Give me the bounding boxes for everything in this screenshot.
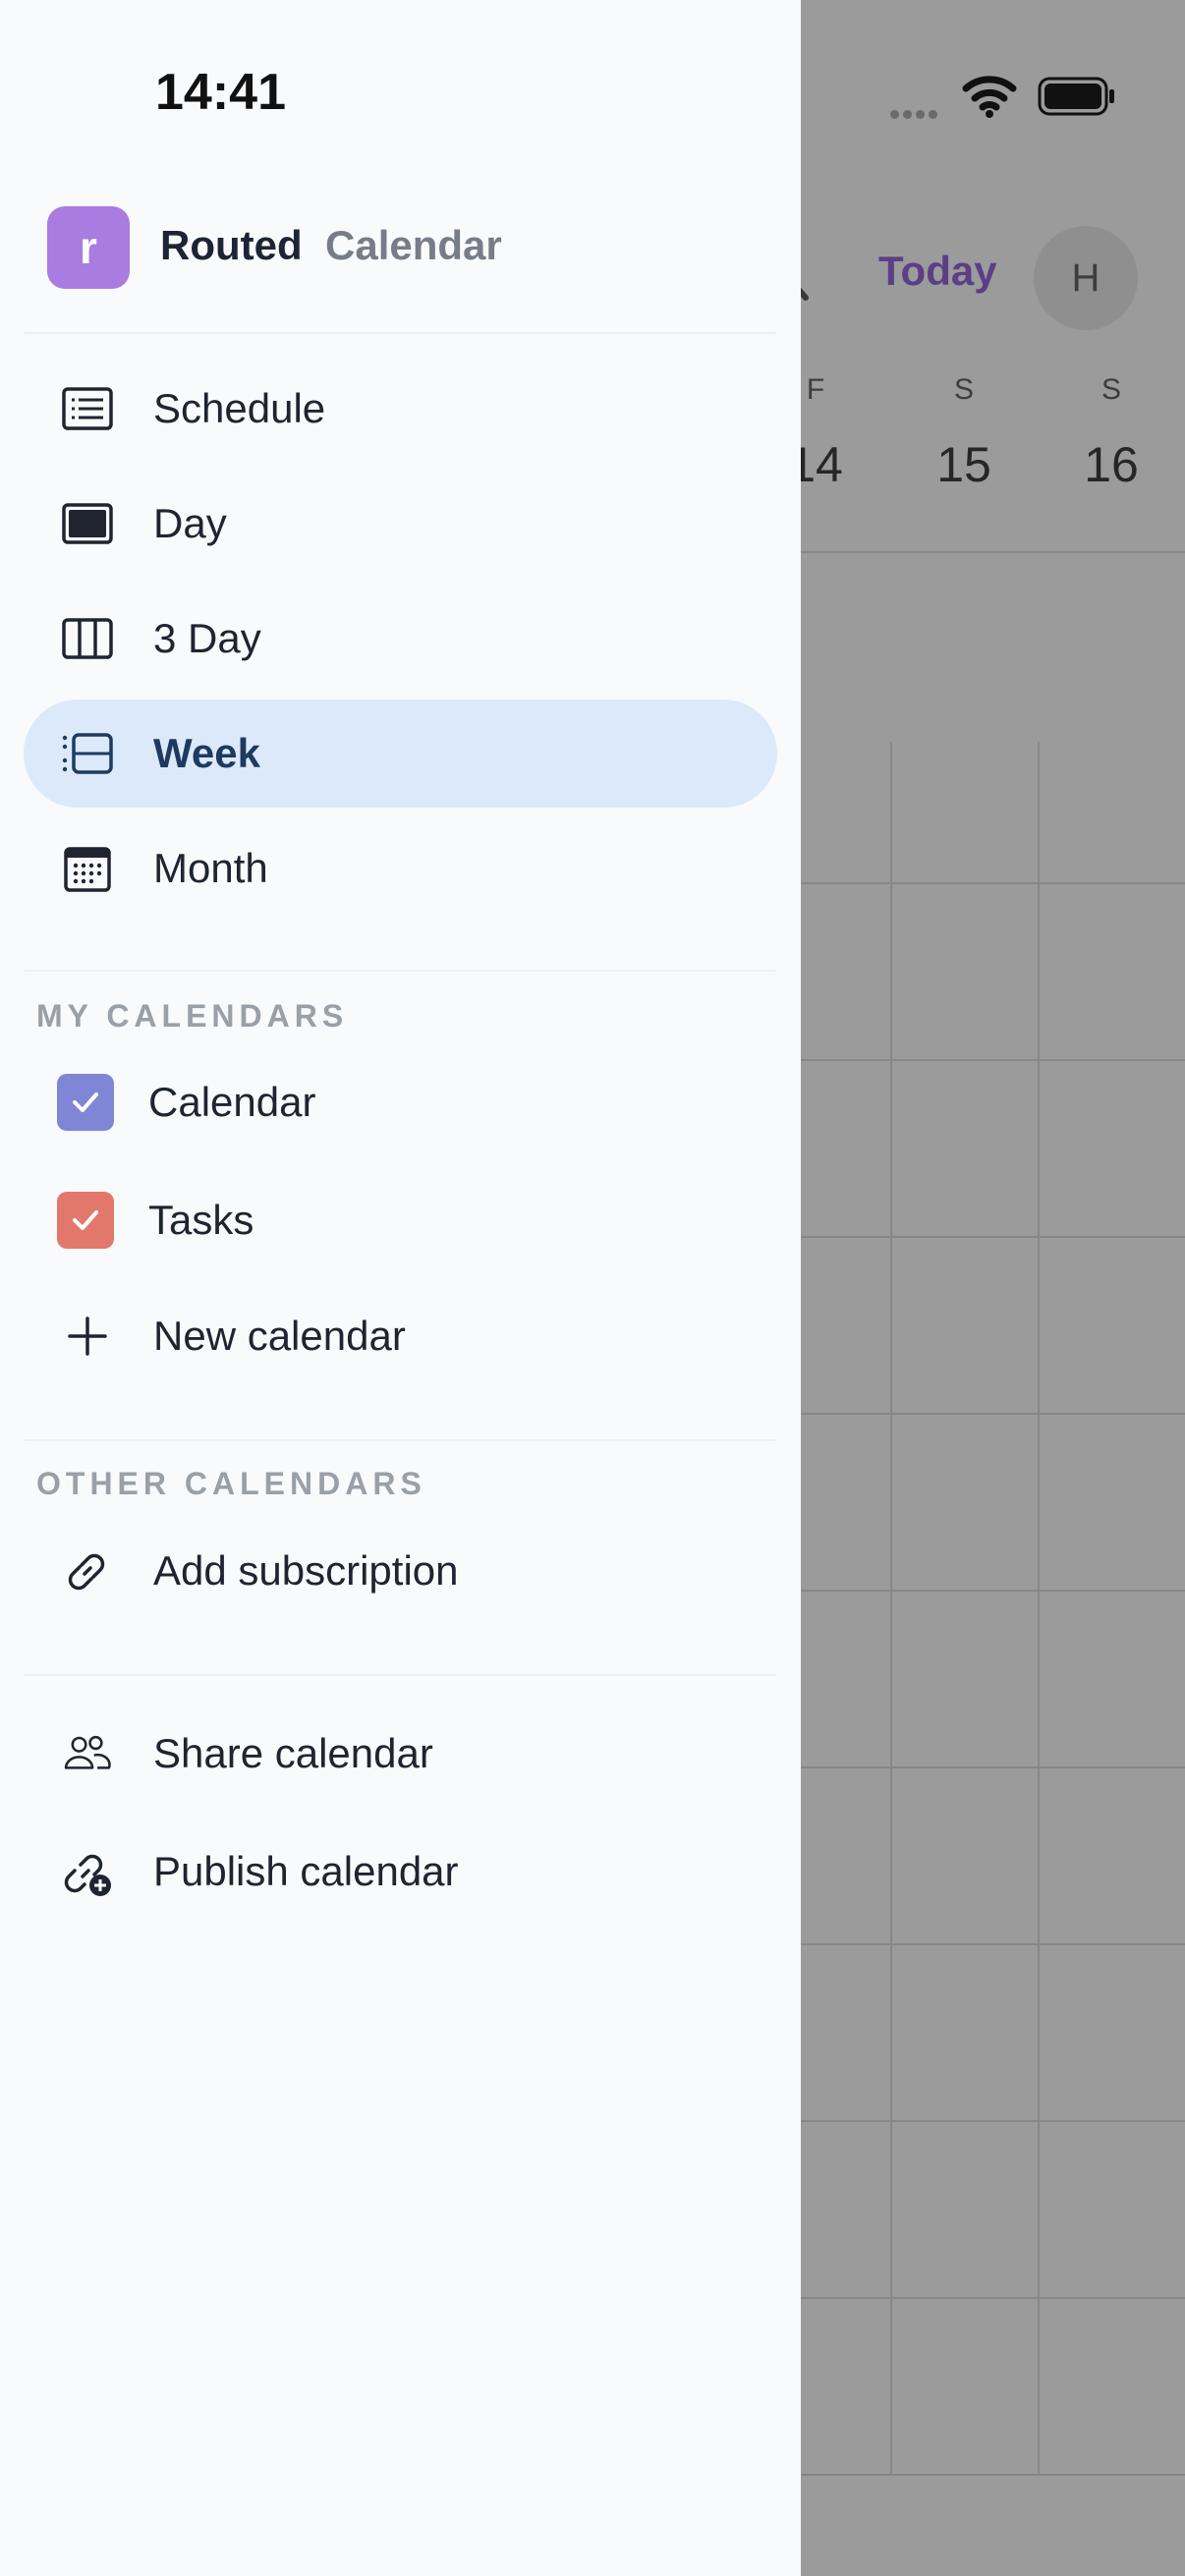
grid-column-line (1038, 742, 1040, 2474)
add-subscription-button[interactable]: Add subscription (24, 1522, 777, 1620)
nav-item-label: Month (153, 845, 268, 891)
grid-row-line (801, 1236, 1185, 1238)
grid-row-line (801, 2474, 1185, 2476)
grid-column-line (890, 742, 892, 2474)
grid-row-line (801, 882, 1185, 884)
grid-row-line (801, 1590, 1185, 1592)
grid-row-line (801, 1943, 1185, 1945)
avatar[interactable]: H (1034, 226, 1138, 330)
grid-row-line (801, 2120, 1185, 2122)
month-icon (64, 847, 111, 892)
status-indicators (890, 69, 1185, 128)
divider (24, 970, 776, 972)
nav-item-day[interactable]: Day (24, 470, 777, 578)
link-icon (68, 1553, 105, 1591)
grid-row-line (801, 1059, 1185, 1061)
navigation-drawer: 14:41 r Routed Calendar Schedule Day 3 D… (0, 0, 801, 2576)
new-calendar-label: New calendar (153, 1313, 406, 1359)
share-calendar-label: Share calendar (153, 1730, 433, 1776)
calendar-toggle-calendar[interactable]: Calendar (24, 1053, 777, 1151)
day-number: 15 (936, 437, 991, 492)
app-logo: r (47, 206, 130, 289)
nav-item-label: Day (153, 500, 227, 546)
tasks-checkbox[interactable] (57, 1192, 114, 1249)
grid-row-line (801, 2297, 1185, 2299)
publish-link-icon (64, 1854, 111, 1896)
nav-item-label: Schedule (153, 385, 326, 431)
plus-icon (68, 1316, 107, 1356)
new-calendar-button[interactable]: New calendar (24, 1287, 777, 1385)
share-calendar-button[interactable]: Share calendar (24, 1705, 777, 1803)
divider (24, 1439, 776, 1441)
today-button[interactable]: Today (878, 248, 997, 295)
my-calendars-heading: MY CALENDARS (36, 998, 349, 1034)
three-day-icon (62, 618, 113, 659)
divider (24, 1674, 776, 1676)
checkmark-icon (73, 1092, 98, 1112)
add-subscription-label: Add subscription (153, 1547, 459, 1594)
publish-calendar-label: Publish calendar (153, 1848, 459, 1894)
nav-item-label: 3 Day (153, 615, 261, 661)
calendar-checkbox[interactable] (57, 1074, 114, 1131)
nav-item-week[interactable]: Week (24, 700, 777, 808)
nav-item-schedule[interactable]: Schedule (24, 355, 777, 463)
other-calendars-heading: OTHER CALENDARS (36, 1466, 426, 1501)
schedule-icon (62, 387, 113, 430)
header-divider (801, 551, 1185, 553)
nav-item-month[interactable]: Month (24, 814, 777, 923)
day-number: 16 (1084, 437, 1139, 492)
nav-item-three-day[interactable]: 3 Day (24, 585, 777, 693)
day-letter: S (953, 373, 974, 406)
publish-calendar-button[interactable]: Publish calendar (24, 1822, 777, 1921)
divider (24, 332, 776, 334)
people-icon (64, 1735, 111, 1769)
week-icon (62, 733, 113, 774)
status-time: 14:41 (155, 64, 286, 121)
day-header-sunday[interactable]: S 16 (1038, 373, 1185, 493)
signal-icon (890, 106, 941, 124)
calendar-name: Tasks (148, 1197, 254, 1243)
calendar-name: Calendar (148, 1079, 316, 1125)
day-header-saturday[interactable]: S 15 (890, 373, 1038, 493)
nav-item-label: Week (153, 730, 260, 776)
calendar-toggle-tasks[interactable]: Tasks (24, 1171, 777, 1269)
day-letter: S (1100, 373, 1121, 406)
brand-subtitle: Calendar (325, 222, 502, 268)
battery-icon (1038, 77, 1114, 116)
grid-row-line (801, 1766, 1185, 1768)
checkmark-icon (73, 1210, 98, 1230)
wifi-icon (962, 76, 1017, 118)
grid-row-line (801, 1413, 1185, 1415)
day-icon (62, 503, 113, 544)
brand-name: Routed (160, 222, 303, 268)
